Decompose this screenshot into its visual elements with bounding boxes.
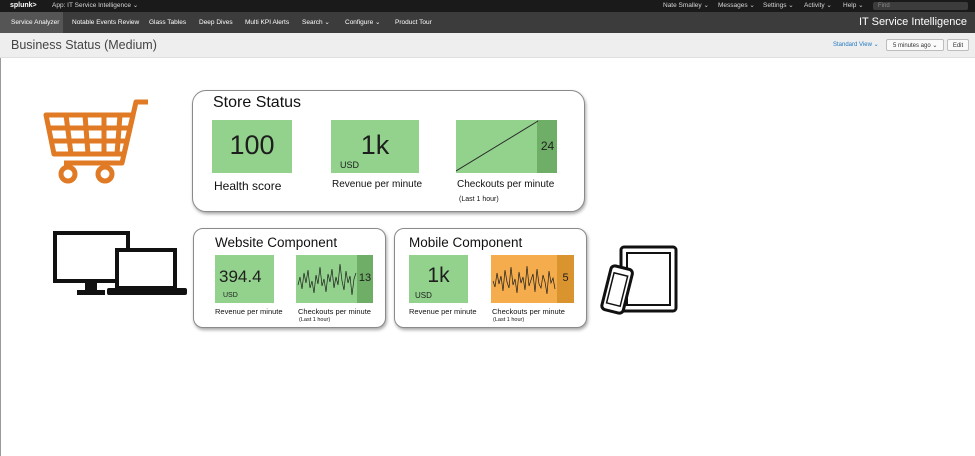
store-revenue-value: 1k [360, 130, 390, 160]
mobile-checkouts-tile[interactable]: 5 [491, 255, 574, 303]
nav-multi-kpi-alerts[interactable]: Multi KPI Alerts [245, 12, 289, 33]
mobile-revenue-tile[interactable]: 1k USD [409, 255, 468, 303]
title-bar: Business Status (Medium) Standard View ⌄… [0, 33, 975, 58]
mobile-revenue-label: Revenue per minute [409, 307, 477, 316]
store-revenue-label: Revenue per minute [332, 179, 423, 190]
website-revenue-tile[interactable]: 394.4 USD [215, 255, 274, 303]
nav-product-tour[interactable]: Product Tour [395, 12, 432, 33]
edit-button[interactable]: Edit [947, 39, 969, 51]
store-status-panel: Store Status 100 Health score 1k USD Rev… [192, 90, 585, 212]
app-menu[interactable]: App: IT Service Intelligence ⌄ [52, 0, 138, 12]
website-checkouts-label: Checkouts per minute [298, 307, 371, 316]
store-checkouts-sublabel: (Last 1 hour) [459, 196, 499, 203]
shopping-cart-icon [43, 99, 148, 184]
website-component-panel: Website Component 394.4 USD Revenue per … [193, 228, 386, 328]
mobile-revenue-value: 1k [427, 264, 450, 287]
app-title: IT Service Intelligence [858, 16, 967, 28]
app-bar: Service Analyzer Notable Events Review G… [0, 12, 975, 33]
find-input[interactable]: Find [873, 2, 968, 10]
help-menu[interactable]: Help ⌄ [843, 0, 864, 12]
website-checkouts-tile[interactable]: 13 [296, 255, 373, 303]
store-status-title: Store Status [213, 94, 302, 111]
health-score-label: Health score [214, 179, 282, 193]
mobile-component-title: Mobile Component [409, 235, 523, 250]
store-revenue-unit: USD [340, 160, 360, 170]
website-checkouts-value: 13 [358, 272, 372, 284]
nav-service-analyzer[interactable]: Service Analyzer [0, 12, 63, 33]
activity-menu[interactable]: Activity ⌄ [804, 0, 832, 12]
desktop-laptop-icon [53, 231, 187, 295]
mobile-checkouts-label: Checkouts per minute [492, 307, 565, 316]
splunk-logo[interactable]: splunk> [10, 0, 37, 12]
time-range-picker[interactable]: 5 minutes ago ⌄ [886, 39, 944, 51]
mobile-checkouts-value: 5 [562, 272, 569, 284]
standard-view-dropdown[interactable]: Standard View ⌄ [833, 41, 879, 48]
website-component-title: Website Component [215, 235, 338, 250]
store-checkouts-value: 24 [540, 139, 555, 153]
top-bar: splunk> App: IT Service Intelligence ⌄ N… [0, 0, 975, 12]
user-menu[interactable]: Nate Smalley ⌄ [663, 0, 709, 12]
store-revenue-tile[interactable]: 1k USD [331, 120, 419, 173]
nav-notable-events-review[interactable]: Notable Events Review [72, 12, 139, 33]
nav-configure[interactable]: Configure ⌄ [345, 12, 380, 33]
mobile-checkouts-sublabel: (Last 1 hour) [493, 317, 525, 323]
nav-glass-tables[interactable]: Glass Tables [149, 12, 186, 33]
nav-search[interactable]: Search ⌄ [302, 12, 330, 33]
messages-menu[interactable]: Messages ⌄ [718, 0, 755, 12]
store-checkouts-label: Checkouts per minute [457, 179, 555, 190]
page-title: Business Status (Medium) [11, 38, 157, 52]
nav-deep-dives[interactable]: Deep Dives [199, 12, 233, 33]
health-score-value: 100 [229, 130, 275, 160]
website-revenue-unit: USD [223, 292, 238, 299]
phone-tablet-icon [600, 245, 678, 315]
mobile-component-panel: Mobile Component 1k USD Revenue per minu… [394, 228, 587, 328]
store-checkouts-tile[interactable]: 24 [456, 120, 557, 173]
left-border [0, 58, 1, 456]
website-revenue-value: 394.4 [219, 267, 262, 286]
mobile-revenue-unit: USD [415, 291, 432, 300]
website-checkouts-sublabel: (Last 1 hour) [299, 317, 331, 323]
settings-menu[interactable]: Settings ⌄ [763, 0, 794, 12]
health-score-tile[interactable]: 100 [212, 120, 292, 173]
website-revenue-label: Revenue per minute [215, 307, 283, 316]
